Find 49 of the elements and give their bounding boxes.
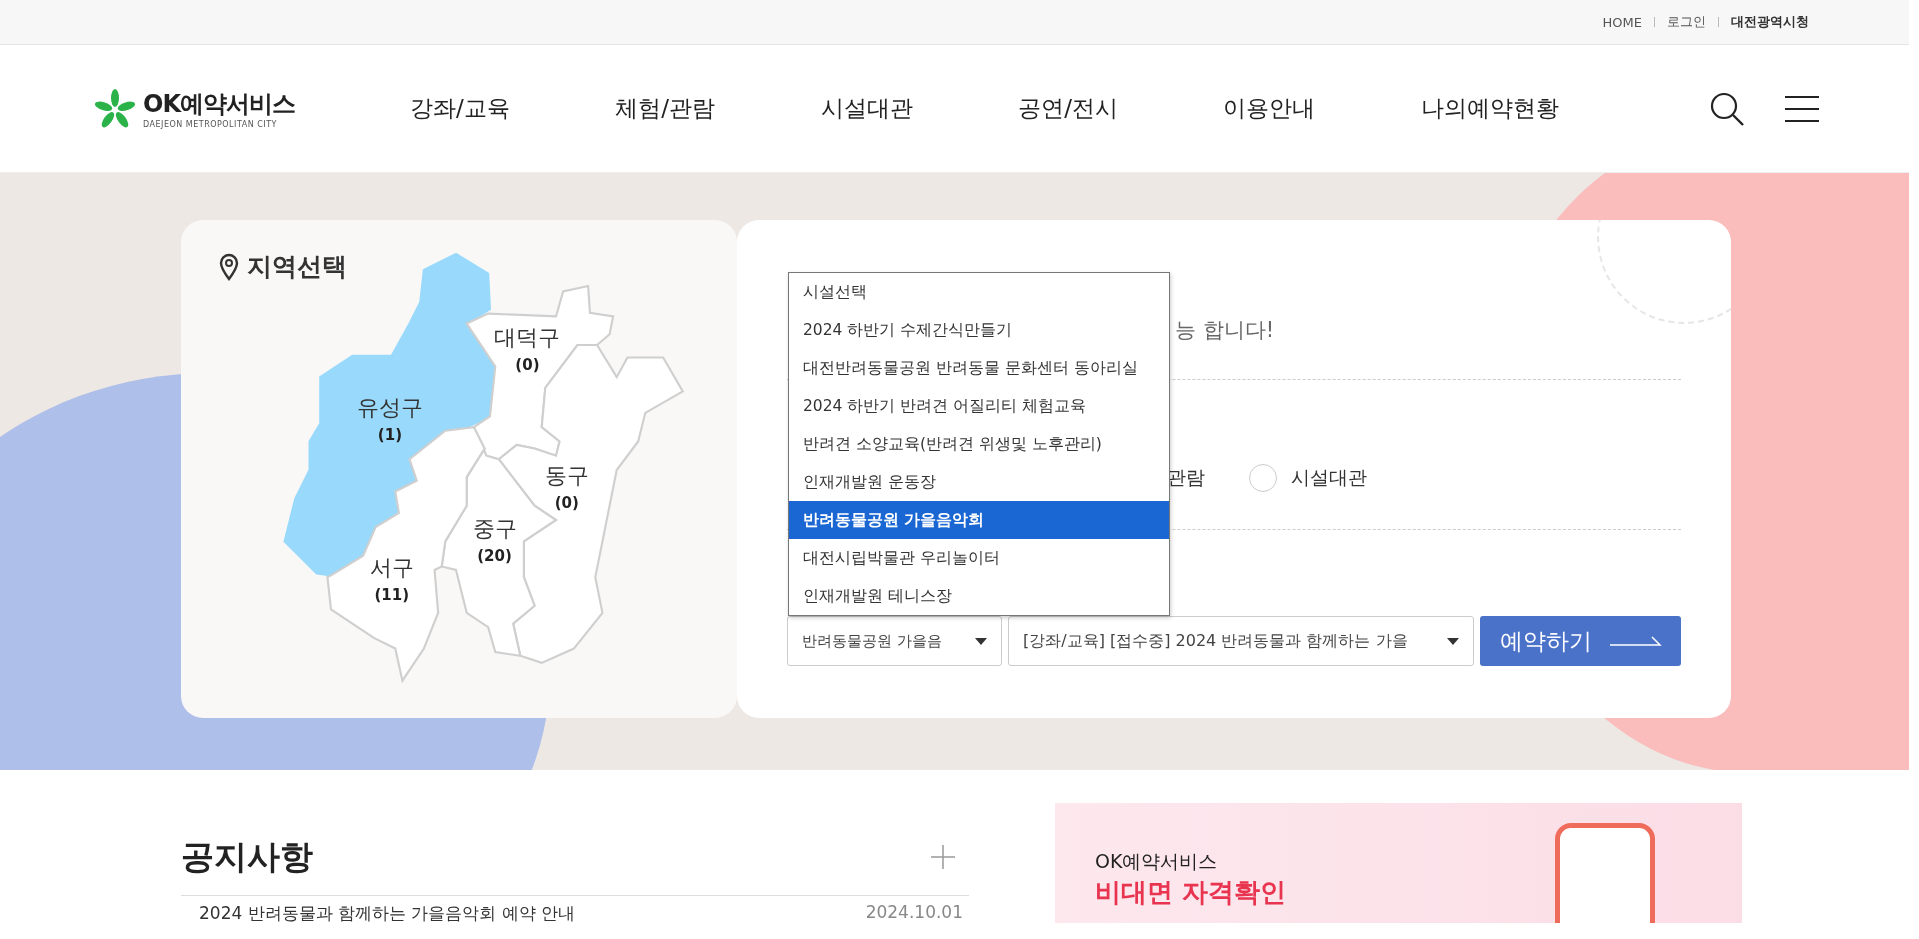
district-name: 서구 — [369, 554, 414, 581]
dropdown-option[interactable]: 시설선택 — [789, 273, 1169, 311]
region-title: 지역선택 — [247, 251, 347, 283]
banner-brand: OK예약서비스 — [1095, 849, 1219, 874]
promo-banner[interactable]: OK예약서비스 비대면 자격확인 — [1055, 803, 1742, 923]
dropdown-option[interactable]: 반려견 소양교육(반려견 위생및 노후관리) — [789, 425, 1169, 463]
district-count: (11) — [374, 586, 409, 605]
district-area[interactable] — [465, 284, 615, 461]
nav-item[interactable]: 강좌/교육 — [410, 93, 510, 124]
dropdown-option[interactable]: 2024 하반기 수제간식만들기 — [789, 311, 1169, 349]
district-name: 동구 — [544, 461, 589, 488]
district-name: 대덕구 — [494, 324, 561, 350]
notice-text: 능 합니다! — [1175, 317, 1275, 344]
nav-item[interactable]: 체험/관람 — [615, 93, 716, 124]
notices-title: 공지사항 — [181, 835, 313, 878]
nav-item[interactable]: 이용안내 — [1223, 93, 1316, 124]
district-count: (20) — [477, 547, 512, 566]
banner-headline: 비대면 자격확인 — [1095, 876, 1288, 909]
location-pin-icon — [219, 252, 239, 281]
dropdown-option[interactable]: 반려동물공원 가을음악회 — [789, 501, 1169, 539]
logo-subtitle: DAEJEON METROPOLITAN CITY — [143, 120, 278, 129]
logo-icon — [95, 88, 135, 129]
district-count: (1) — [377, 425, 402, 444]
district-name: 유성구 — [356, 393, 423, 420]
district-name: 중구 — [472, 515, 517, 542]
menu-icon[interactable] — [1785, 94, 1819, 123]
top-link[interactable]: 로그인 — [1667, 13, 1706, 31]
top-link[interactable]: HOME — [1602, 14, 1642, 30]
top-link[interactable]: 대전광역시청 — [1731, 13, 1809, 31]
dropdown-option[interactable]: 인재개발원 테니스장 — [789, 577, 1169, 615]
nav-item[interactable]: 공연/전시 — [1018, 93, 1118, 124]
category-radio[interactable]: 관람 — [1167, 464, 1205, 492]
nav-item[interactable]: 나의예약현황 — [1421, 93, 1559, 124]
caret-icon — [975, 637, 987, 645]
category-radio[interactable]: 시설대관 — [1249, 464, 1367, 492]
district-count: (0) — [554, 493, 579, 512]
district-count: (0) — [515, 356, 540, 374]
reserve-button[interactable]: 예약하기 — [1480, 616, 1681, 666]
dropdown-option[interactable]: 대전반려동물공원 반려동물 문화센터 동아리실 — [789, 349, 1169, 387]
dropdown-option[interactable]: 2024 하반기 반려견 어질리티 체험교육 — [789, 387, 1169, 425]
search-icon[interactable] — [1709, 90, 1745, 127]
notice-date: 2024.10.01 — [865, 902, 963, 924]
logo-title[interactable]: OK예약서비스 — [143, 88, 295, 120]
dropdown-option[interactable]: 대전시립박물관 우리놀이터 — [789, 539, 1169, 577]
notice-link[interactable]: 2024 반려동물과 함께하는 가을음악회 예약 안내 — [199, 902, 576, 925]
nav-item[interactable]: 시설대관 — [820, 93, 913, 124]
caret-icon — [1447, 637, 1459, 645]
plus-icon[interactable] — [931, 845, 955, 869]
dropdown-option[interactable]: 인재개발원 운동장 — [789, 463, 1169, 501]
